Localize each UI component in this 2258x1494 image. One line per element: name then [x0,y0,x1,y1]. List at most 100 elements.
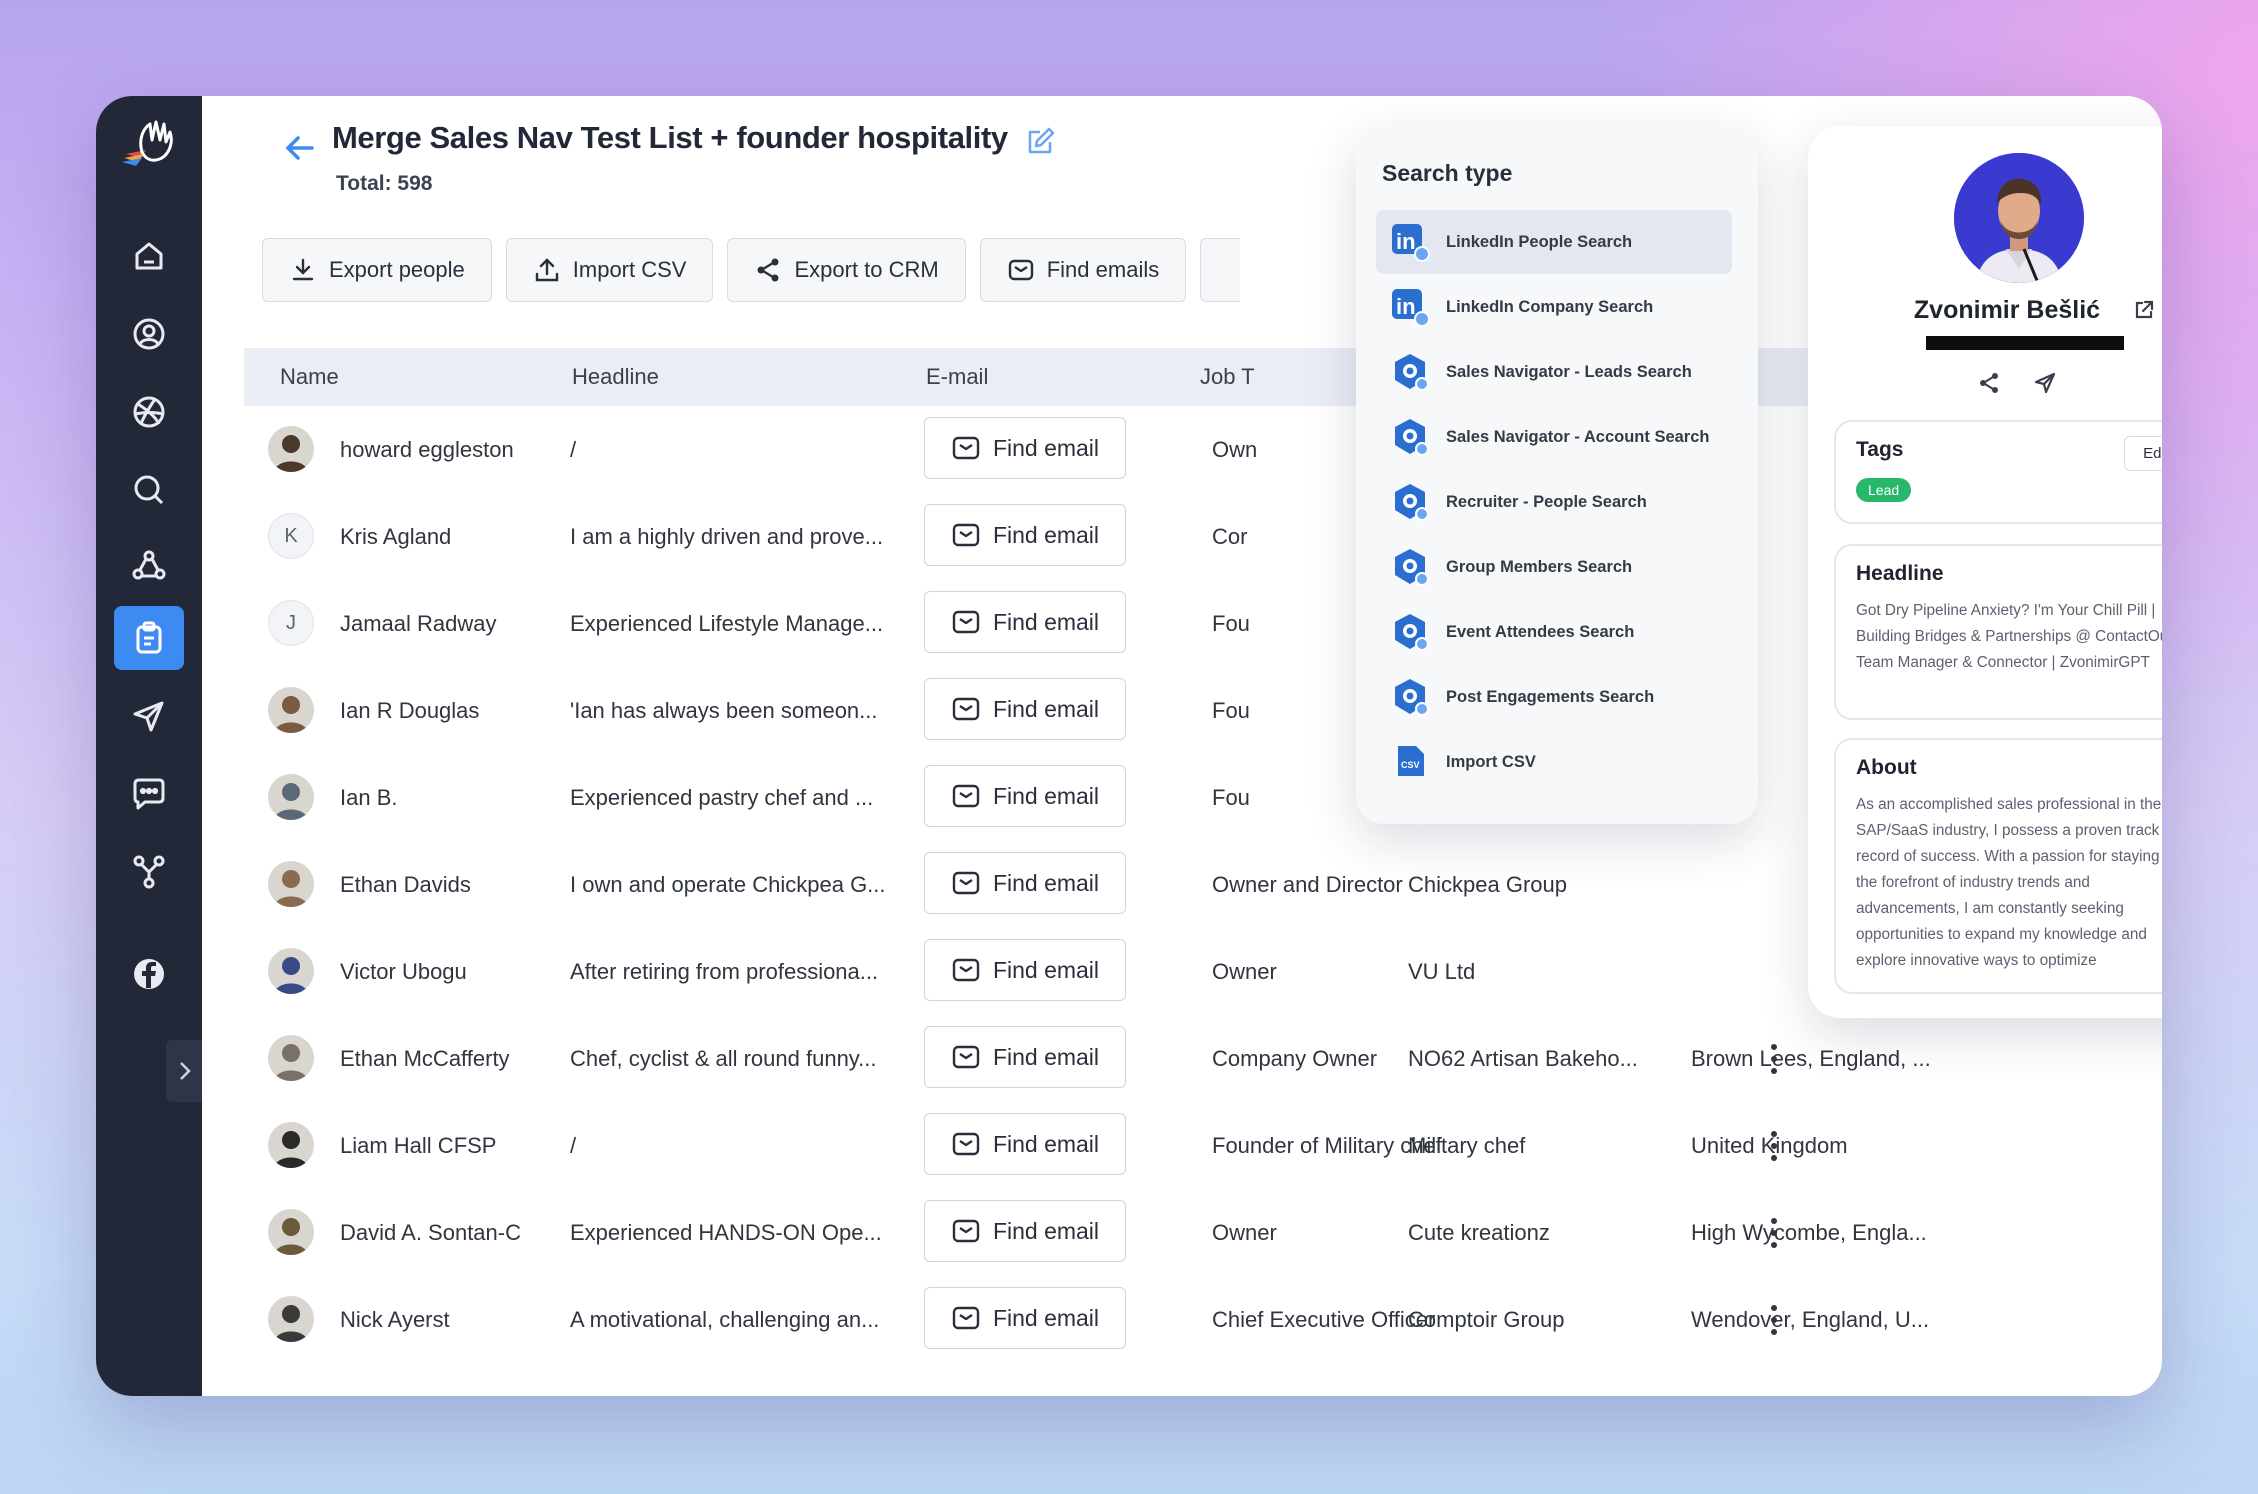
search-type-option[interactable]: Event Attendees Search [1376,600,1732,664]
nav-profile[interactable] [114,302,184,366]
find-email-button[interactable]: Find email [924,939,1126,1001]
find-email-button[interactable]: Find email [924,417,1126,479]
import-csv-button[interactable]: Import CSV [505,238,714,302]
svg-text:in: in [1396,229,1416,254]
find-email-button[interactable]: Find email [924,1113,1126,1175]
person-name[interactable]: Kris Agland [340,493,532,580]
find-email-button[interactable]: Find email [924,852,1126,914]
table-row[interactable]: Liam Hall CFSP / Find email Founder of M… [244,1102,2128,1189]
nav-dribbble[interactable] [114,380,184,444]
col-name[interactable]: Name [280,364,339,390]
find-email-button[interactable]: Find email [924,591,1126,653]
person-name[interactable]: Liam Hall CFSP [340,1102,532,1189]
search-type-popup: Search type in LinkedIn People Search in Li… [1356,126,1758,824]
find-email-label: Find email [992,521,1100,548]
person-name[interactable]: Nick Ayerst [340,1276,532,1363]
export-crm-button[interactable]: Export to CRM [727,238,966,302]
export-crm-label: Export to CRM [794,257,939,282]
find-email-button[interactable]: Find email [924,765,1126,827]
share-icon [757,258,779,282]
person-name[interactable]: Ethan Davids [340,841,532,928]
search-type-option[interactable]: Group Members Search [1376,535,1732,599]
send-icon[interactable] [2032,370,2058,396]
tags-title: Tags [1856,438,1904,461]
share-icon[interactable] [1976,370,2002,396]
find-email-label: Find email [992,695,1100,722]
search-type-option[interactable]: Post Engagements Search [1376,665,1732,729]
person-name[interactable]: Victor Ubogu [340,928,532,1015]
person-headline: Experienced HANDS-ON Ope... [570,1219,882,1245]
find-email-button[interactable]: Find email [924,1026,1126,1088]
person-headline: Chef, cyclist & all round funny... [570,1045,877,1071]
integration-icon [133,855,165,889]
find-emails-button[interactable]: Find emails [979,238,1187,302]
sidebar-collapse-toggle[interactable] [166,1040,204,1102]
search-type-option[interactable]: Sales Navigator - Leads Search [1376,340,1732,404]
search-icon [134,475,164,505]
find-email-button[interactable]: Find email [924,1287,1126,1349]
person-name[interactable]: David A. Sontan-C [340,1189,532,1276]
nav-network[interactable] [114,534,184,598]
find-email-button[interactable]: Find email [924,678,1126,740]
person-name[interactable]: Ian B. [340,754,532,841]
nav-home[interactable] [114,224,184,288]
row-menu-icon[interactable] [1764,1215,1784,1251]
lead-tag: Lead [1856,478,1912,502]
clipboard-icon [136,621,162,654]
row-menu-icon[interactable] [1764,1041,1784,1077]
home-icon [135,242,163,270]
avatar-initial: J [268,600,314,646]
find-email-button[interactable]: Find email [924,1200,1126,1262]
total-count: Total: 598 [336,172,433,195]
sales-navigator-leads-icon [1390,352,1430,392]
tags-card: Tags Edit Lead [1834,420,2162,524]
search-type-label: LinkedIn People Search [1446,232,1633,251]
nav-facebook[interactable] [114,942,184,1006]
external-link-icon[interactable] [2132,298,2156,322]
person-company: Military chef [1408,1132,1526,1158]
col-headline[interactable]: Headline [572,364,659,390]
mail-icon [952,436,980,460]
nav-inbox[interactable] [114,762,184,826]
col-job[interactable]: Job T [1200,364,1255,390]
headline-title: Headline [1856,562,1944,585]
back-arrow-icon[interactable] [278,126,322,170]
find-email-label: Find email [992,782,1100,809]
search-type-option[interactable]: Recruiter - People Search [1376,470,1732,534]
avatar [268,774,314,820]
find-email-button[interactable]: Find email [924,504,1126,566]
edit-tags-button[interactable]: Edit [2124,436,2162,471]
person-name[interactable]: Jamaal Radway [340,580,532,667]
nav-campaigns[interactable] [114,684,184,748]
find-email-label: Find email [992,1217,1100,1244]
nav-search[interactable] [114,458,184,522]
person-name[interactable]: howard eggleston [340,406,532,493]
search-type-option[interactable]: in LinkedIn People Search [1376,210,1732,274]
chevron-right-icon [180,1062,191,1080]
nav-integrations[interactable] [114,840,184,904]
table-row[interactable]: Nick Ayerst A motivational, challenging … [244,1276,2128,1363]
table-row[interactable]: David A. Sontan-C Experienced HANDS-ON O… [244,1189,2128,1276]
profile-name: Zvonimir Bešlić [1913,296,2101,324]
person-name[interactable]: Ethan McCafferty [340,1015,532,1102]
search-type-option[interactable]: CSV Import CSV [1376,730,1732,794]
search-type-option[interactable]: in LinkedIn Company Search [1376,275,1732,339]
row-menu-icon[interactable] [1764,1302,1784,1338]
search-type-option[interactable]: Sales Navigator - Account Search [1376,405,1732,469]
person-name[interactable]: Ian R Douglas [340,667,532,754]
table-row[interactable]: Ethan McCafferty Chef, cyclist & all rou… [244,1015,2128,1102]
avatar [268,426,314,472]
post-engagements-icon [1390,677,1430,717]
col-email[interactable]: E-mail [926,364,988,390]
nav-lists[interactable] [114,606,184,670]
edit-title-icon[interactable] [1022,124,1058,160]
mail-icon [952,523,980,547]
group-members-icon [1390,547,1430,587]
search-type-label: Event Attendees Search [1446,622,1635,641]
find-email-label: Find email [992,1304,1100,1331]
export-people-button[interactable]: Export people [262,238,492,302]
find-email-label: Find email [992,1043,1100,1070]
person-location: United Kingdom [1691,1132,1848,1158]
row-menu-icon[interactable] [1764,1128,1784,1164]
toolbar-more-button[interactable] [1200,238,1241,302]
